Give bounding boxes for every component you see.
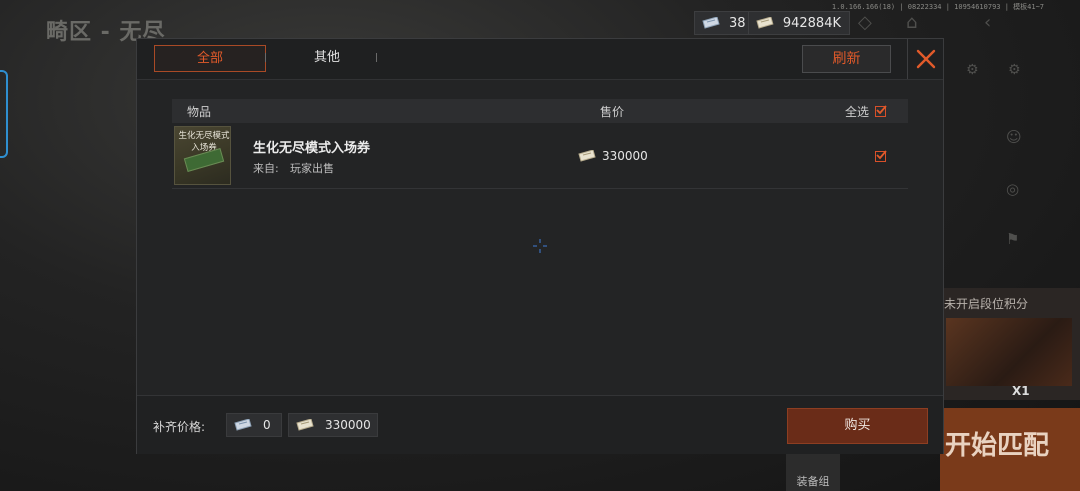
refresh-button[interactable]: 刷新: [802, 45, 891, 73]
col-item: 物品: [187, 105, 212, 119]
settings-icon[interactable]: ⚙: [1008, 62, 1021, 78]
reward-count: X1: [1012, 384, 1030, 398]
flag-icon[interactable]: ⚑: [1006, 230, 1019, 248]
col-price: 售价: [600, 105, 625, 119]
select-all-checkbox[interactable]: [875, 105, 887, 117]
back-icon[interactable]: ‹: [984, 12, 991, 33]
home-icon[interactable]: ⌂: [906, 12, 917, 33]
thumbnail-text: 生化无尽模式入场券: [178, 131, 230, 153]
table-row[interactable]: 生化无尽模式入场券 生化无尽模式入场券 来自: 玩家出售 330000: [172, 125, 908, 189]
rank-image: [946, 318, 1072, 386]
item-name: 生化无尽模式入场券: [253, 141, 371, 156]
loadout-button[interactable]: 装备组: [786, 454, 840, 491]
checkbox-icon: [876, 105, 887, 115]
left-side-tab[interactable]: [0, 70, 8, 158]
item-price: 330000: [577, 149, 648, 163]
tab-all[interactable]: 全部: [154, 45, 266, 72]
tab-divider: [265, 53, 266, 62]
select-all-label: 全选: [845, 105, 870, 119]
diamond-icon[interactable]: ◇: [858, 12, 872, 33]
gear-icon[interactable]: ⚙: [966, 62, 979, 78]
currency-gold: 942884K: [748, 11, 850, 35]
fill-gold-box: 330000: [288, 413, 378, 437]
close-icon: [916, 49, 936, 69]
shop-dialog: 全部 其他 刷新 物品 售价 全选 生化无尽模式入场券 生化无尽模式入场券 来自…: [136, 38, 944, 454]
item-source: 玩家出售: [290, 162, 334, 175]
dialog-header: 全部 其他 刷新: [137, 39, 943, 80]
tab-divider: [376, 53, 377, 62]
buy-button[interactable]: 购买: [787, 408, 928, 444]
ticket-gold-icon: [578, 150, 596, 162]
search-icon[interactable]: ◎: [1006, 180, 1019, 198]
ticket-silver-icon: [234, 419, 252, 431]
ticket-gold-icon: [296, 419, 314, 431]
item-thumbnail: 生化无尽模式入场券: [174, 126, 231, 185]
start-match-label: 开始匹配: [945, 431, 1050, 461]
item-price-value: 330000: [602, 149, 648, 163]
rank-text: 未开启段位积分: [944, 297, 1029, 311]
table-header: 物品 售价 全选: [172, 99, 908, 123]
item-checkbox[interactable]: [875, 150, 887, 162]
loadout-label: 装备组: [796, 475, 830, 488]
version-info: 1.0.166.166(18) | 08222334 | 10954610793…: [831, 3, 1044, 11]
fill-price-label: 补齐价格:: [153, 420, 206, 434]
tab-other[interactable]: 其他: [272, 45, 382, 70]
dialog-footer: 补齐价格: 0 330000 购买: [137, 395, 943, 454]
checkbox-icon: [876, 150, 887, 160]
close-button[interactable]: [907, 39, 944, 79]
fill-silver-value: 0: [263, 418, 271, 432]
currency-silver-value: 38: [729, 15, 746, 31]
ticket-gold-icon: [756, 17, 774, 29]
fill-silver-box: 0: [226, 413, 282, 437]
currency-gold-value: 942884K: [782, 15, 841, 31]
crosshair-icon: [533, 239, 547, 253]
fill-gold-value: 330000: [325, 418, 371, 432]
friends-icon[interactable]: ☺: [1006, 128, 1022, 146]
item-source-label: 来自:: [253, 162, 279, 175]
ticket-silver-icon: [702, 17, 720, 29]
